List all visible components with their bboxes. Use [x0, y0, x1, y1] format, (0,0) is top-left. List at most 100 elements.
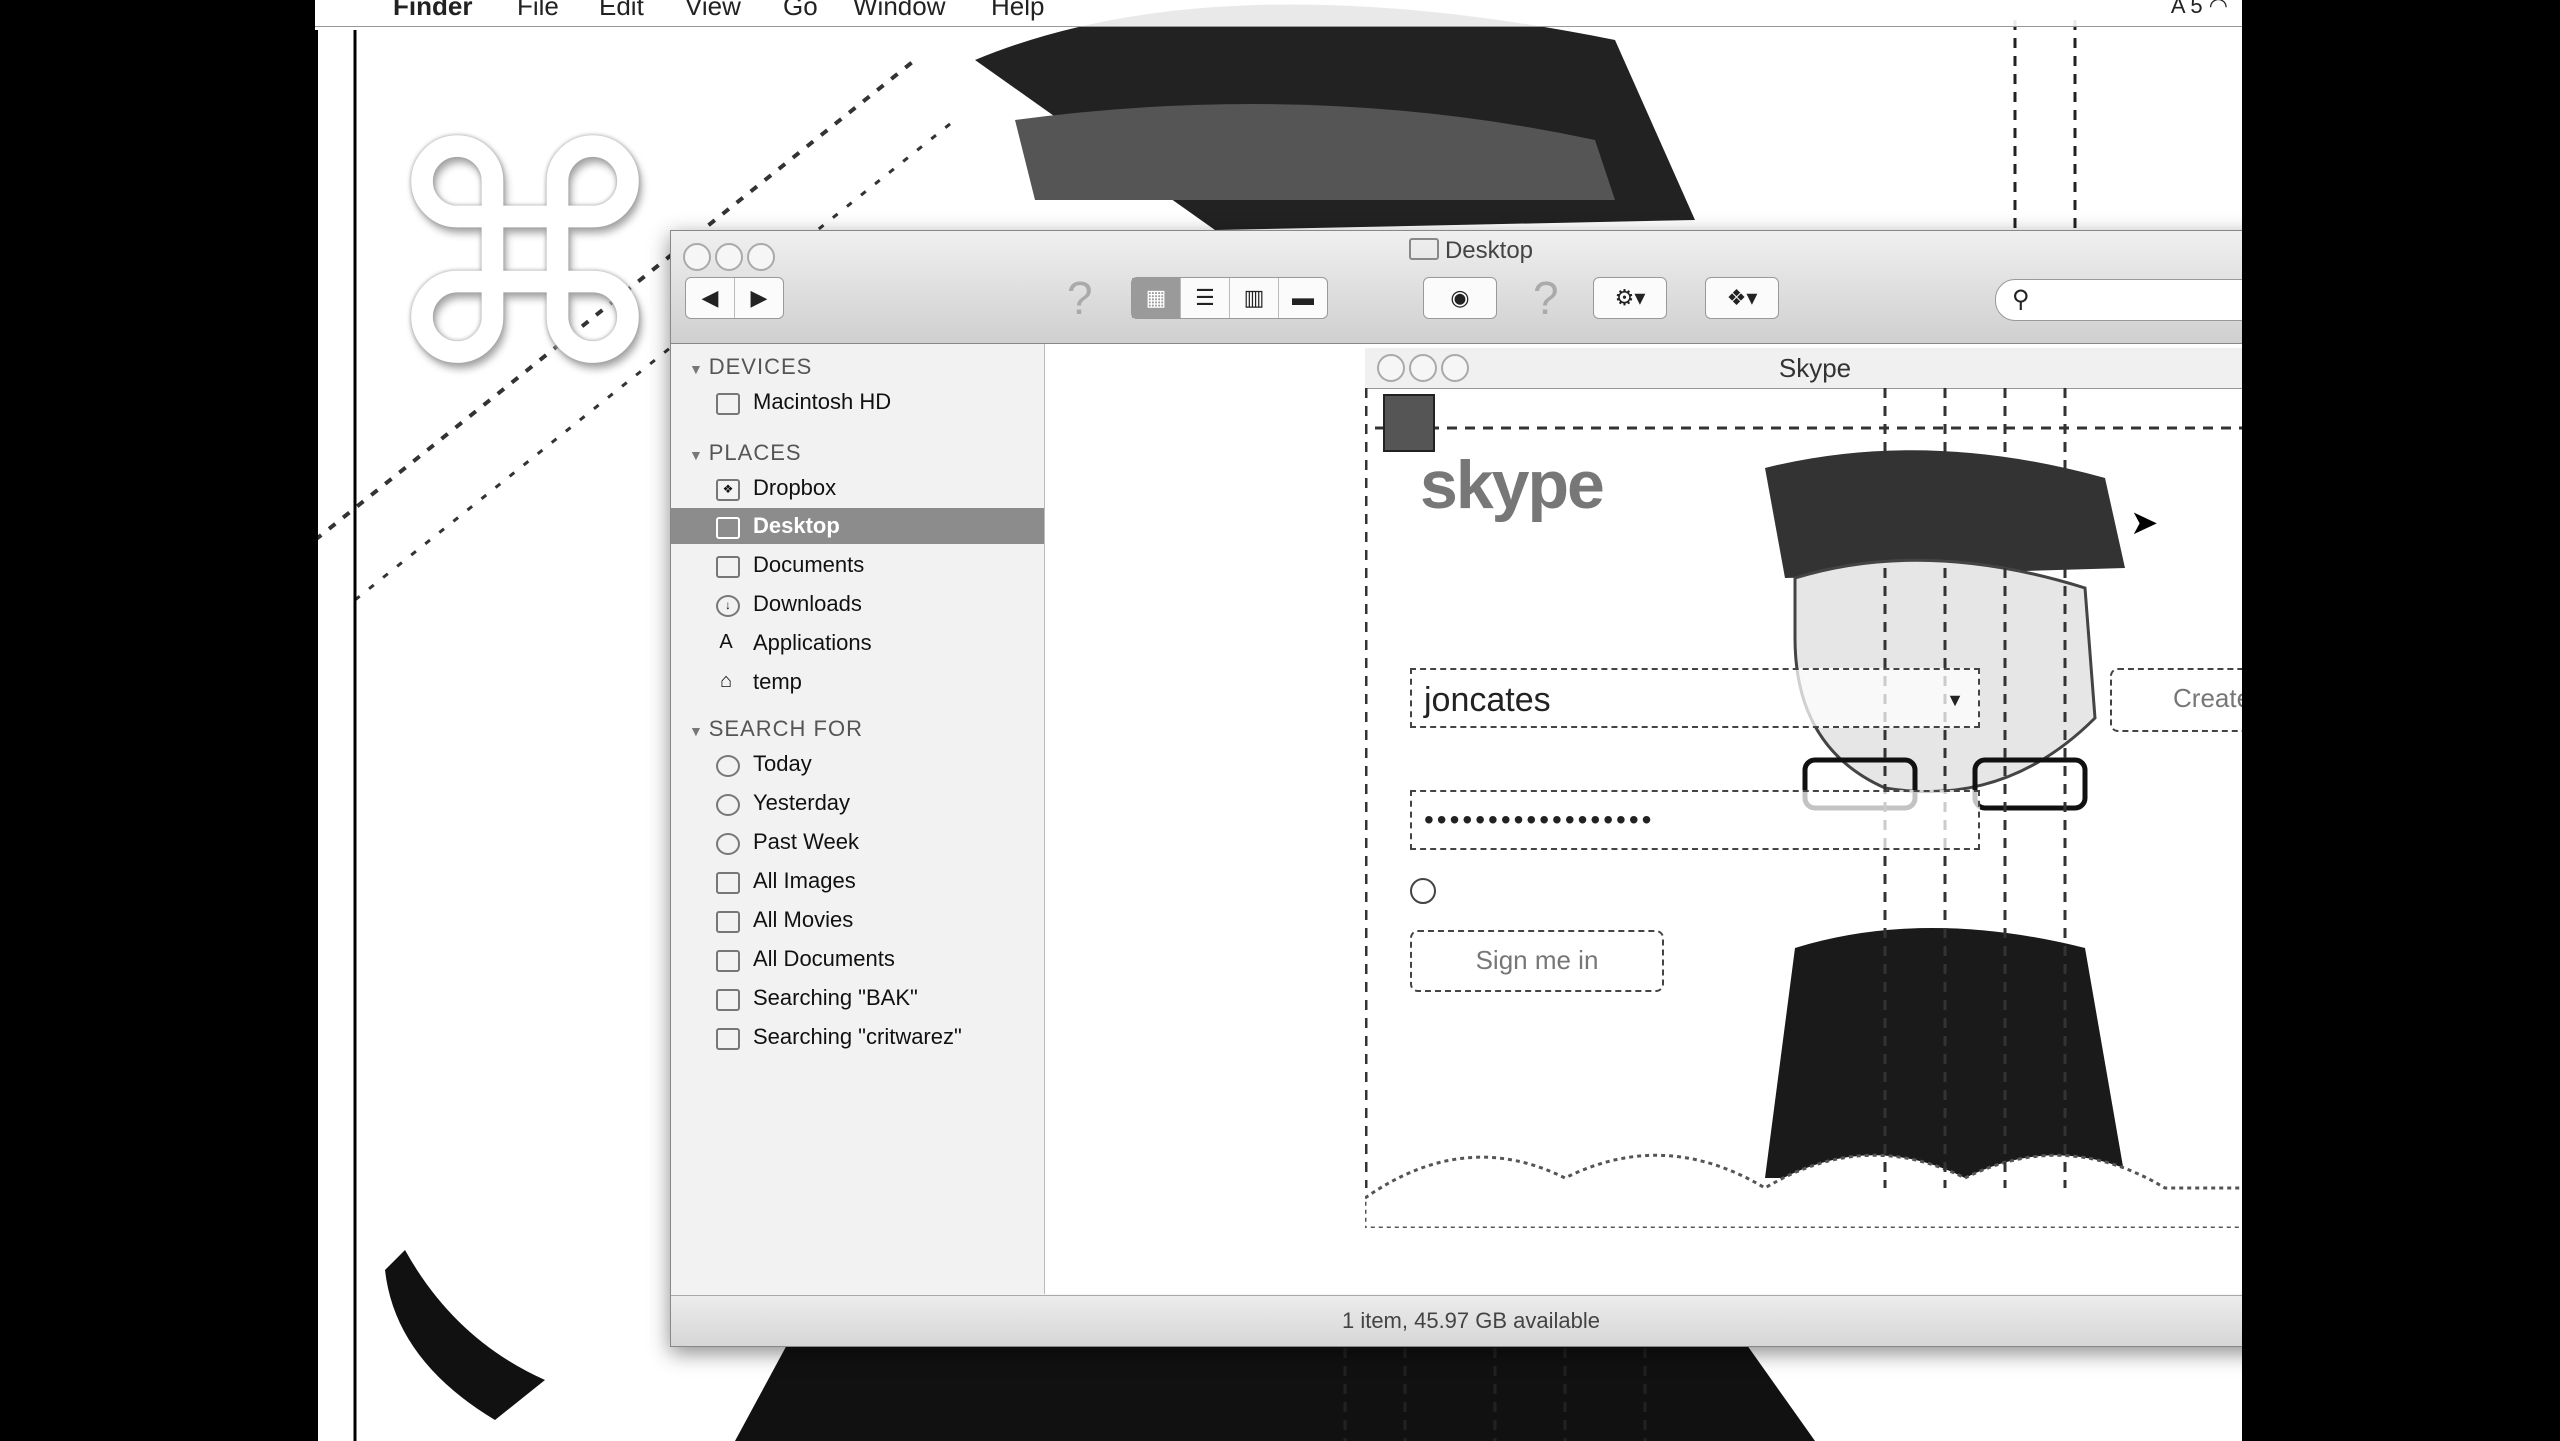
- quicklook-group: ◉: [1423, 277, 1497, 319]
- forward-arrow-icon: ▶: [750, 285, 768, 310]
- desktop-screen: Finder File Edit View Go Window Help A 5…: [315, 0, 2242, 1441]
- quick-look-button[interactable]: ◉: [1424, 278, 1496, 318]
- applications-icon: A: [719, 631, 733, 653]
- skype-zoom-button[interactable]: [1441, 354, 1469, 382]
- eye-icon: ◉: [1450, 285, 1470, 310]
- menu-tray: A 5 ◠: [2171, 0, 2228, 18]
- sidebar-item-all-movies[interactable]: All Movies: [671, 902, 1044, 938]
- dropbox-menu-button[interactable]: ❖▾: [1706, 278, 1778, 318]
- mouse-cursor-icon: ➤: [2130, 504, 2159, 542]
- sidebar-item-yesterday[interactable]: Yesterday: [671, 785, 1044, 821]
- sidebar-item-today[interactable]: Today: [671, 746, 1044, 782]
- clock-icon: [716, 755, 740, 777]
- skype-avatar: [1383, 394, 1435, 452]
- finder-status-bar: 1 item, 45.97 GB available: [671, 1295, 2242, 1346]
- menu-view[interactable]: View: [685, 0, 741, 19]
- sidebar-item-label: Today: [753, 751, 812, 776]
- sidebar-section-devices: DEVICES: [689, 354, 812, 380]
- forward-button[interactable]: ▶: [735, 278, 783, 318]
- clock-icon: [716, 833, 740, 855]
- missing-toolbar-item-icon-2[interactable]: ?: [1533, 271, 1559, 325]
- coverflow-view-button[interactable]: ▬: [1279, 278, 1327, 318]
- sidebar-item-searching-bak[interactable]: Searching "BAK": [671, 980, 1044, 1016]
- documents-icon: [716, 556, 740, 578]
- sidebar-item-dropbox[interactable]: ❖ Dropbox: [671, 470, 1044, 506]
- sidebar-item-label: Downloads: [753, 591, 862, 616]
- sidebar-item-all-documents[interactable]: All Documents: [671, 941, 1044, 977]
- column-view-button[interactable]: ▥: [1230, 278, 1279, 318]
- sidebar-item-all-images[interactable]: All Images: [671, 863, 1044, 899]
- clock-icon: [716, 794, 740, 816]
- sidebar-item-label: All Images: [753, 868, 856, 893]
- chevron-down-icon[interactable]: ▼: [1946, 670, 1964, 730]
- grid-icon: ▦: [1145, 285, 1167, 310]
- finder-window-title: Desktop: [671, 237, 2242, 265]
- columns-icon: ▥: [1243, 285, 1265, 310]
- sidebar-item-label: temp: [753, 669, 802, 694]
- action-menu-button[interactable]: ⚙▾: [1594, 278, 1666, 318]
- smart-folder-icon: [716, 872, 740, 894]
- dropbox-icon: ❖: [716, 479, 740, 501]
- search-icon: ⚲: [2012, 286, 2030, 313]
- smart-folder-icon: [716, 989, 740, 1011]
- sidebar-item-label: Past Week: [753, 829, 859, 854]
- sidebar-item-applications[interactable]: A Applications: [671, 625, 1044, 661]
- sidebar-item-macintosh-hd[interactable]: Macintosh HD: [671, 384, 1044, 420]
- menu-edit[interactable]: Edit: [599, 0, 644, 19]
- sidebar-item-searching-critwarez[interactable]: Searching "critwarez": [671, 1019, 1044, 1055]
- skype-username-value: joncates: [1424, 681, 1551, 719]
- sidebar-item-label: Searching "BAK": [753, 985, 918, 1010]
- sidebar-item-label: Desktop: [753, 513, 840, 538]
- smart-folder-icon: [716, 950, 740, 972]
- sidebar-item-downloads[interactable]: ↓ Downloads: [671, 586, 1044, 622]
- smart-folder-icon: [716, 1028, 740, 1050]
- downloads-icon: ↓: [716, 595, 740, 617]
- coverflow-icon: ▬: [1292, 285, 1314, 310]
- menu-go[interactable]: Go: [783, 0, 818, 19]
- search-field[interactable]: ⚲: [1995, 279, 2242, 321]
- list-icon: ☰: [1195, 285, 1215, 310]
- skype-username-field[interactable]: joncates ▼: [1410, 668, 1980, 728]
- icon-view-button[interactable]: ▦: [1132, 278, 1181, 318]
- sidebar-item-temp[interactable]: ⌂ temp: [671, 664, 1044, 700]
- list-view-button[interactable]: ☰: [1181, 278, 1230, 318]
- smart-folder-icon: [716, 911, 740, 933]
- sidebar-item-label: Macintosh HD: [753, 389, 892, 414]
- sign-in-button[interactable]: Sign me in: [1410, 930, 1664, 992]
- menu-file[interactable]: File: [517, 0, 559, 19]
- skype-titlebar: Skype: [1365, 348, 2242, 389]
- dropbox-group: ❖▾: [1705, 277, 1779, 319]
- back-forward-group: ◀ ▶: [685, 277, 784, 319]
- tray-status-text[interactable]: A 5: [2171, 0, 2203, 18]
- back-arrow-icon: ◀: [701, 285, 719, 310]
- sidebar-item-label: Dropbox: [753, 475, 837, 500]
- sidebar-item-documents[interactable]: Documents: [671, 547, 1044, 583]
- skype-minimize-button[interactable]: [1409, 354, 1437, 382]
- sidebar-item-label: All Documents: [753, 946, 895, 971]
- finder-sidebar: DEVICES Macintosh HD PLACES ❖ Dropbox Des…: [671, 344, 1045, 1294]
- sidebar-item-label: Applications: [753, 630, 872, 655]
- skype-password-field[interactable]: ••••••••••••••••••: [1410, 790, 1980, 850]
- sidebar-item-past-week[interactable]: Past Week: [671, 824, 1044, 860]
- wifi-icon[interactable]: ◠: [2209, 0, 2228, 18]
- folder-icon: [1408, 238, 1439, 260]
- missing-toolbar-item-icon[interactable]: ?: [1067, 271, 1093, 325]
- command-key-logo: ⌘: [375, 85, 675, 434]
- sidebar-item-label: Searching "critwarez": [753, 1024, 962, 1049]
- gear-icon: ⚙▾: [1614, 285, 1646, 310]
- menu-window[interactable]: Window: [853, 0, 945, 19]
- menu-bar: Finder File Edit View Go Window Help A 5…: [315, 0, 2242, 27]
- menu-app-name[interactable]: Finder: [393, 0, 472, 19]
- sidebar-section-search-for: SEARCH FOR: [689, 716, 863, 742]
- skype-window: Skype skype ➤ joncates ▼ Create a ne: [1365, 348, 2242, 1228]
- finder-title-text: Desktop: [1444, 237, 1534, 264]
- sidebar-item-desktop[interactable]: Desktop: [671, 508, 1044, 544]
- sign-in-automatically-checkbox[interactable]: [1410, 878, 1436, 904]
- menu-help[interactable]: Help: [991, 0, 1044, 19]
- back-button[interactable]: ◀: [686, 278, 735, 318]
- skype-close-button[interactable]: [1377, 354, 1405, 382]
- home-icon: ⌂: [719, 670, 733, 692]
- desktop-icon: [716, 517, 740, 539]
- finder-titlebar: Desktop ◀ ▶ ? ▦ ☰ ▥ ▬ ◉ ? ⚙▾ ❖▾ ⚲: [671, 231, 2242, 344]
- create-account-button[interactable]: Create a new account: [2110, 668, 2242, 732]
